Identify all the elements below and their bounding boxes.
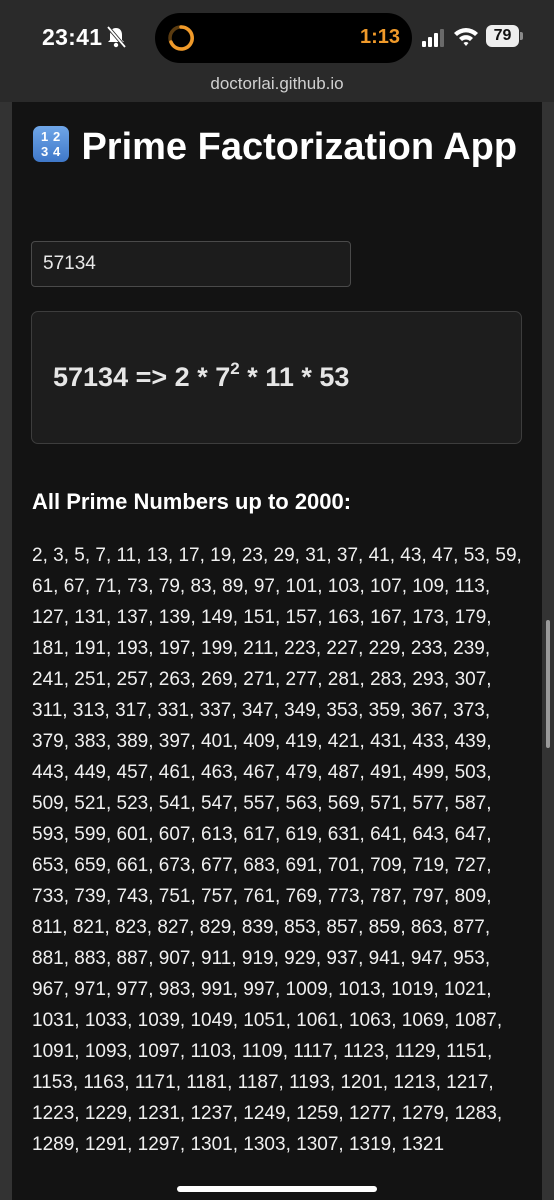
factorization-result: 57134 => 2 * 72 * 11 * 53 bbox=[53, 359, 350, 393]
factor: 2 bbox=[174, 362, 190, 392]
battery-tip bbox=[520, 32, 523, 40]
number-input[interactable] bbox=[31, 241, 351, 287]
primes-list: 2, 3, 5, 7, 11, 13, 17, 19, 23, 29, 31, … bbox=[32, 545, 522, 1155]
page-area: 1 2 3 4 Prime Factorization App 57134 =>… bbox=[0, 102, 554, 1200]
multiply-sign: * bbox=[247, 362, 258, 392]
timer-ring-icon bbox=[168, 25, 194, 51]
dynamic-island[interactable]: 1:13 bbox=[155, 13, 412, 63]
icon-glyph: 3 bbox=[41, 144, 49, 159]
status-bar: 23:41 1:13 79 bbox=[0, 0, 554, 72]
input-numbers-icon: 1 2 3 4 bbox=[33, 126, 69, 162]
multiply-sign: * bbox=[301, 362, 312, 392]
clock: 23:41 bbox=[42, 24, 103, 50]
result-arrow: => bbox=[135, 362, 168, 392]
timer-text: 1:13 bbox=[359, 26, 400, 48]
icon-glyph: 1 bbox=[41, 129, 49, 144]
result-number: 57134 bbox=[53, 362, 129, 392]
page-title-text: Prime Factorization App bbox=[81, 126, 518, 168]
page-title: 1 2 3 4 Prime Factorization App bbox=[33, 122, 533, 172]
url-text[interactable]: doctorlai.github.io bbox=[0, 74, 554, 94]
signal-icon bbox=[422, 29, 444, 47]
factor: 7 bbox=[215, 362, 231, 392]
factor: 11 bbox=[265, 362, 294, 392]
factor-exponent: 2 bbox=[230, 359, 240, 378]
result-box: 57134 => 2 * 72 * 11 * 53 bbox=[31, 311, 522, 444]
icon-glyph: 4 bbox=[53, 144, 61, 159]
bell-slash-icon bbox=[106, 26, 126, 48]
scrollbar[interactable] bbox=[546, 620, 550, 748]
primes-heading: All Prime Numbers up to 2000: bbox=[32, 489, 352, 514]
home-indicator[interactable] bbox=[177, 1186, 377, 1192]
wifi-icon bbox=[454, 28, 478, 46]
battery-icon: 79 bbox=[486, 25, 519, 47]
icon-glyph: 2 bbox=[53, 129, 61, 144]
url-bar[interactable]: doctorlai.github.io bbox=[0, 72, 554, 102]
factor: 53 bbox=[319, 362, 350, 392]
app-container: 1 2 3 4 Prime Factorization App 57134 =>… bbox=[12, 102, 542, 1200]
battery-level: 79 bbox=[493, 27, 512, 44]
multiply-sign: * bbox=[197, 362, 208, 392]
